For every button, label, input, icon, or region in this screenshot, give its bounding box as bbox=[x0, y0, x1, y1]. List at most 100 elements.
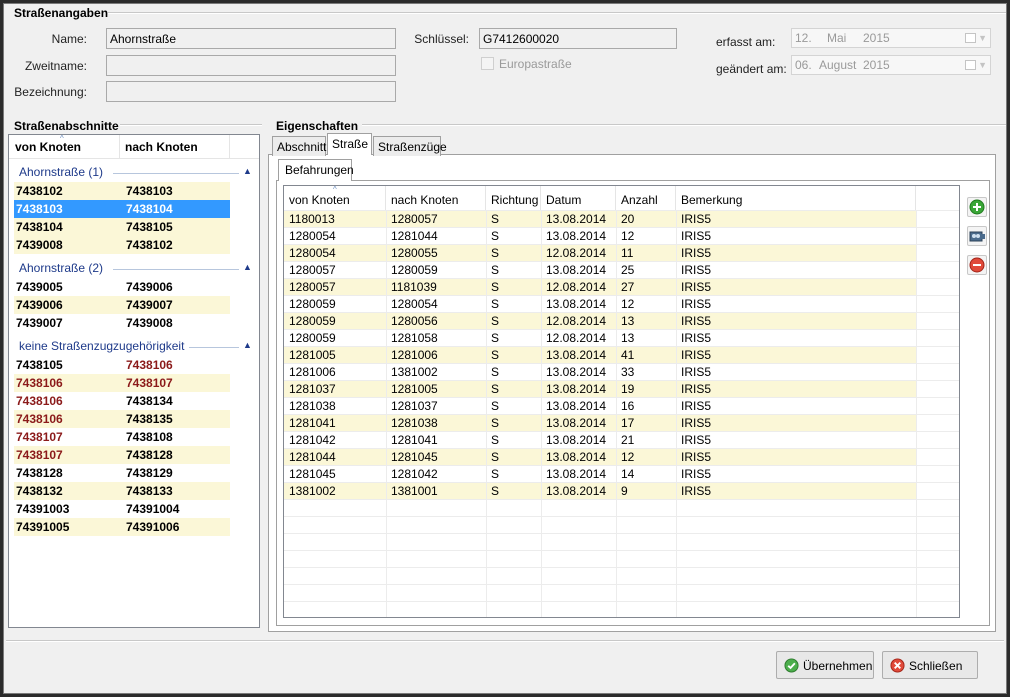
von-knoten: 74391003 bbox=[16, 502, 70, 516]
table-row[interactable]: 1281037 1281005 S 13.08.2014 19 IRIS5 bbox=[284, 380, 916, 397]
table-row[interactable]: 1281045 1281042 S 13.08.2014 14 IRIS5 bbox=[284, 465, 916, 482]
nach-knoten: 7438133 bbox=[126, 484, 173, 498]
von-knoten: 7438106 bbox=[16, 394, 63, 408]
list-item[interactable]: 7438132 7438133 bbox=[14, 482, 230, 500]
group-header[interactable]: Ahornstraße (1) bbox=[19, 165, 103, 181]
table-cell: S bbox=[491, 331, 500, 345]
table-cell: 1181039 bbox=[391, 280, 437, 294]
europastrasse-checkbox[interactable] bbox=[481, 57, 494, 70]
col-nach-knoten[interactable]: nach Knoten bbox=[125, 140, 198, 154]
list-item[interactable]: 74391003 74391004 bbox=[14, 500, 230, 518]
list-item[interactable]: 7438106 7438135 bbox=[14, 410, 230, 428]
table-cell: S bbox=[491, 433, 500, 447]
list-item[interactable]: 7438107 7438128 bbox=[14, 446, 230, 464]
list-item[interactable]: 7438102 7438103 bbox=[14, 182, 230, 200]
calendar-icon[interactable] bbox=[965, 60, 976, 70]
table-cell: 12 bbox=[621, 229, 635, 243]
table-row[interactable]: 1281042 1281041 S 13.08.2014 21 IRIS5 bbox=[284, 431, 916, 448]
edit-button[interactable] bbox=[967, 226, 987, 246]
table-cell: 1180013 bbox=[289, 212, 335, 226]
list-item-selected[interactable]: 7438103 7438104 bbox=[14, 200, 230, 218]
von-knoten: 7438105 bbox=[16, 358, 63, 372]
von-knoten: 7438104 bbox=[16, 220, 63, 234]
von-knoten: 7439006 bbox=[16, 298, 63, 312]
nach-knoten: 7438107 bbox=[126, 376, 173, 390]
tab-befahrungen[interactable]: Befahrungen bbox=[278, 159, 354, 181]
strassenabschnitte-list[interactable]: von Knoten nach Knoten ^ Ahornstraße (1)… bbox=[8, 134, 260, 628]
von-knoten: 7439007 bbox=[16, 316, 63, 330]
list-item[interactable]: 7438105 7438106 bbox=[14, 356, 230, 374]
erfasst-date-picker[interactable]: 12. Mai 2015 ▼ bbox=[791, 28, 991, 48]
add-button[interactable] bbox=[967, 197, 987, 217]
apply-button[interactable]: Übernehmen bbox=[776, 651, 874, 679]
table-row[interactable]: 1280054 1281044 S 13.08.2014 12 IRIS5 bbox=[284, 227, 916, 244]
nach-knoten: 7438106 bbox=[126, 358, 173, 372]
list-item[interactable]: 74391005 74391006 bbox=[14, 518, 230, 536]
geaendert-label: geändert am: bbox=[716, 62, 787, 76]
list-item[interactable]: 7439007 7439008 bbox=[14, 314, 230, 332]
calendar-icon[interactable] bbox=[965, 33, 976, 43]
nach-knoten: 7438129 bbox=[126, 466, 173, 480]
zweitname-field[interactable] bbox=[106, 55, 396, 76]
table-cell: 1281038 bbox=[391, 416, 438, 430]
table-row[interactable]: 1280057 1280059 S 13.08.2014 25 IRIS5 bbox=[284, 261, 916, 278]
table-row[interactable]: 1280054 1280055 S 12.08.2014 11 IRIS5 bbox=[284, 244, 916, 261]
geaendert-date-picker[interactable]: 06. August 2015 ▼ bbox=[791, 55, 991, 75]
list-item[interactable]: 7439008 7438102 bbox=[14, 236, 230, 254]
table-row[interactable]: 1281041 1281038 S 13.08.2014 17 IRIS5 bbox=[284, 414, 916, 431]
list-item[interactable]: 7438106 7438107 bbox=[14, 374, 230, 392]
col-von-knoten[interactable]: von Knoten bbox=[15, 140, 81, 154]
chevron-up-icon[interactable]: ▲ bbox=[243, 340, 252, 350]
bezeichnung-field[interactable] bbox=[106, 81, 396, 102]
befahrungen-grid[interactable]: von Knoten ^ nach Knoten Richtung Datum … bbox=[283, 185, 960, 618]
column-header-anzahl[interactable]: Anzahl bbox=[616, 186, 676, 210]
table-cell: IRIS5 bbox=[681, 399, 712, 413]
table-row[interactable]: 1381002 1381001 S 13.08.2014 9 IRIS5 bbox=[284, 482, 916, 499]
group-header[interactable]: keine Straßenzugzugehörigkeit bbox=[19, 339, 184, 355]
remove-button[interactable] bbox=[967, 255, 987, 275]
chevron-up-icon[interactable]: ▲ bbox=[243, 166, 252, 176]
nach-knoten: 7438134 bbox=[126, 394, 173, 408]
table-row[interactable]: 1281005 1281006 S 13.08.2014 41 IRIS5 bbox=[284, 346, 916, 363]
tab-abschnitt[interactable]: Abschnitt bbox=[272, 136, 326, 156]
table-row[interactable]: 1180013 1280057 S 13.08.2014 20 IRIS5 bbox=[284, 210, 916, 227]
column-header-bemerkung[interactable]: Bemerkung bbox=[676, 186, 916, 210]
apply-label: Übernehmen bbox=[803, 659, 873, 673]
schluessel-field[interactable]: G7412600020 bbox=[479, 28, 677, 49]
table-cell: 13 bbox=[621, 314, 635, 328]
list-item[interactable]: 7438128 7438129 bbox=[14, 464, 230, 482]
list-item[interactable]: 7438107 7438108 bbox=[14, 428, 230, 446]
tab-strassenzuege[interactable]: Straßenzüge bbox=[373, 136, 447, 156]
chevron-down-icon[interactable]: ▼ bbox=[978, 60, 987, 70]
column-header-datum[interactable]: Datum bbox=[541, 186, 616, 210]
table-cell: 1281005 bbox=[391, 382, 438, 396]
chevron-up-icon[interactable]: ▲ bbox=[243, 262, 252, 272]
column-header-richtung[interactable]: Richtung bbox=[486, 186, 541, 210]
table-cell: S bbox=[491, 399, 500, 413]
table-row[interactable]: 1280057 1181039 S 12.08.2014 27 IRIS5 bbox=[284, 278, 916, 295]
table-row[interactable]: 1280059 1280056 S 12.08.2014 13 IRIS5 bbox=[284, 312, 916, 329]
table-row[interactable]: 1281006 1381002 S 13.08.2014 33 IRIS5 bbox=[284, 363, 916, 380]
close-button[interactable]: Schließen bbox=[882, 651, 978, 679]
table-cell: 1281042 bbox=[391, 467, 438, 481]
von-knoten: 7438103 bbox=[16, 202, 63, 216]
group-header[interactable]: Ahornstraße (2) bbox=[19, 261, 103, 277]
list-item[interactable]: 7438104 7438105 bbox=[14, 218, 230, 236]
table-cell: 13 bbox=[621, 331, 635, 345]
nach-knoten: 7438135 bbox=[126, 412, 173, 426]
table-row[interactable]: 1280059 1280054 S 13.08.2014 12 IRIS5 bbox=[284, 295, 916, 312]
table-cell: 1281045 bbox=[391, 450, 438, 464]
table-row[interactable]: 1280059 1281058 S 12.08.2014 13 IRIS5 bbox=[284, 329, 916, 346]
name-field[interactable]: Ahornstraße bbox=[106, 28, 396, 49]
table-row[interactable]: 1281044 1281045 S 13.08.2014 12 IRIS5 bbox=[284, 448, 916, 465]
list-item[interactable]: 7438106 7438134 bbox=[14, 392, 230, 410]
column-header-nach-knoten[interactable]: nach Knoten bbox=[386, 186, 486, 210]
tab-strasse[interactable]: Straße bbox=[327, 133, 372, 155]
chevron-down-icon[interactable]: ▼ bbox=[978, 33, 987, 43]
list-item[interactable]: 7439006 7439007 bbox=[14, 296, 230, 314]
nach-knoten: 74391006 bbox=[126, 520, 180, 534]
table-cell: 1381002 bbox=[391, 365, 438, 379]
table-row[interactable]: 1281038 1281037 S 13.08.2014 16 IRIS5 bbox=[284, 397, 916, 414]
list-item[interactable]: 7439005 7439006 bbox=[14, 278, 230, 296]
table-cell: 1280057 bbox=[289, 263, 336, 277]
